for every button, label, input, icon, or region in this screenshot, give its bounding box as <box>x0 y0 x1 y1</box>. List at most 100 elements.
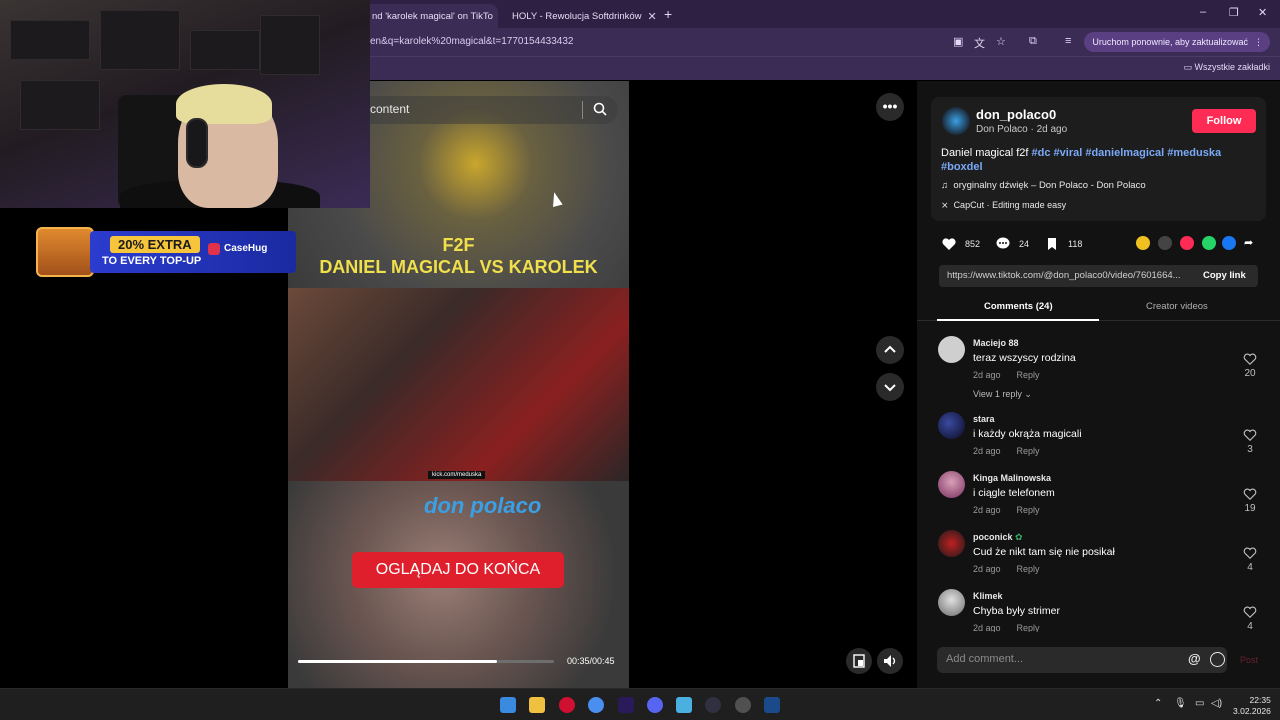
system-clock[interactable]: 22:35 3.02.2026 <box>1233 695 1271 717</box>
next-video-button[interactable] <box>876 373 904 401</box>
comment-time: 2d ago <box>973 370 1001 380</box>
speaker-icon[interactable]: ◁) <box>1211 698 1222 709</box>
extensions-icon[interactable]: ⧉ <box>1029 35 1037 48</box>
volume-button[interactable] <box>877 648 903 674</box>
reply-button[interactable]: Reply <box>1017 370 1040 380</box>
mention-icon[interactable]: @ <box>1188 651 1201 666</box>
comment-meta: 2d ago Reply <box>973 564 1040 574</box>
avatar[interactable] <box>938 589 965 616</box>
minimize-icon[interactable]: – <box>1200 6 1206 18</box>
hashtag-link[interactable]: #meduska <box>1167 147 1221 159</box>
comment-input[interactable]: Add comment... <box>946 653 1023 665</box>
video-link-box: https://www.tiktok.com/@don_polaco0/vide… <box>939 265 1258 287</box>
miniplayer-button[interactable] <box>846 648 872 674</box>
tab-title: nd 'karolek magical' on TikTo <box>372 10 493 22</box>
comment-input-bar[interactable]: Add comment... @ <box>937 647 1227 673</box>
casehug-ad-banner[interactable]: 20% EXTRA TO EVERY TOP-UP CaseHug <box>36 227 296 277</box>
hashtag-link[interactable]: #viral <box>1054 147 1083 159</box>
chrome-icon[interactable] <box>588 697 604 713</box>
opera-gx-icon[interactable] <box>559 697 575 713</box>
media-icon[interactable]: ≡ <box>1065 35 1071 47</box>
comment-username[interactable]: Maciejo 88 <box>973 338 1019 348</box>
microphone-icon[interactable]: 🎙︎ <box>1174 698 1187 709</box>
tab-holy[interactable]: HOLY - Rewolucja Softdrinków ✕ <box>504 4 656 28</box>
cast-icon[interactable]: ▣ <box>953 35 963 48</box>
copy-link-button[interactable]: Copy link <box>1203 270 1246 281</box>
avatar[interactable] <box>938 412 965 439</box>
active-tab-underline <box>937 319 1099 321</box>
comment-stat[interactable]: 24 <box>995 236 1029 252</box>
author-meta: Don Polaco · 2d ago <box>976 124 1068 135</box>
heart-outline-icon[interactable] <box>1243 487 1257 501</box>
heart-outline-icon[interactable] <box>1243 428 1257 442</box>
like-stat[interactable]: 852 <box>941 236 980 252</box>
notepad-icon[interactable] <box>676 697 692 713</box>
heart-outline-icon[interactable] <box>1243 352 1257 366</box>
video-frame-mid <box>288 288 629 481</box>
close-tab-icon[interactable]: ✕ <box>642 10 656 23</box>
reply-button[interactable]: Reply <box>1017 446 1040 456</box>
hashtag-link[interactable]: #danielmagical <box>1085 147 1164 159</box>
tab-creator-videos[interactable]: Creator videos <box>1146 301 1208 312</box>
translate-icon[interactable]: 文 <box>974 35 985 51</box>
reply-button[interactable]: Reply <box>1017 564 1040 574</box>
more-options-button[interactable]: ••• <box>876 93 904 121</box>
tray-chevron-up-icon[interactable]: ⌃ <box>1154 698 1162 709</box>
heart-outline-icon[interactable] <box>1243 546 1257 560</box>
heart-outline-icon[interactable] <box>1243 605 1257 619</box>
hashtag-link[interactable]: #boxdel <box>941 161 983 173</box>
search-input[interactable]: content <box>370 102 409 116</box>
restore-icon[interactable]: ❐ <box>1229 6 1239 19</box>
obs-icon[interactable] <box>705 697 721 713</box>
avatar[interactable] <box>938 530 965 557</box>
windows-start-icon[interactable] <box>500 697 516 713</box>
comment-username[interactable]: poconick ✿ <box>973 532 1023 543</box>
follow-button[interactable]: Follow <box>1192 109 1256 133</box>
send-icon[interactable] <box>1180 236 1194 250</box>
share-arrow-icon[interactable]: ➦ <box>1244 236 1258 250</box>
close-window-icon[interactable]: ✕ <box>1258 6 1267 19</box>
post-comment-button[interactable]: Post <box>1240 655 1258 665</box>
hashtag-link[interactable]: #dc <box>1032 147 1051 159</box>
avatar[interactable] <box>938 471 965 498</box>
emoji-icon[interactable] <box>1210 652 1225 667</box>
whatsapp-icon[interactable] <box>1202 236 1216 250</box>
file-explorer-icon[interactable] <box>529 697 545 713</box>
video-progress-bar[interactable] <box>298 660 554 663</box>
app-icon[interactable] <box>735 697 751 713</box>
discord-icon[interactable] <box>647 697 663 713</box>
tab-tiktok[interactable]: nd 'karolek magical' on TikTo ✕ <box>364 4 498 28</box>
save-stat[interactable]: 118 <box>1044 236 1082 252</box>
new-tab-icon[interactable]: + <box>664 6 672 22</box>
panel-tabs: Comments (24) Creator videos <box>917 296 1280 321</box>
reply-button[interactable]: Reply <box>1017 623 1040 632</box>
premiere-pro-icon[interactable] <box>618 697 634 713</box>
author-avatar[interactable] <box>942 107 970 135</box>
previous-video-button[interactable] <box>876 336 904 364</box>
embed-icon[interactable] <box>1158 236 1172 250</box>
capcut-label: CapCut · Editing made easy <box>953 200 1067 210</box>
author-username[interactable]: don_polaco0 <box>976 107 1056 122</box>
close-tab-icon[interactable]: ✕ <box>493 10 498 23</box>
update-button[interactable]: Uruchom ponownie, aby zaktualizować ⋮ <box>1084 32 1270 52</box>
coin-share-icon[interactable] <box>1136 236 1150 250</box>
reply-button[interactable]: Reply <box>1017 505 1040 515</box>
comment-username[interactable]: stara <box>973 414 995 424</box>
comment-username[interactable]: Kinga Malinowska <box>973 473 1051 483</box>
avatar[interactable] <box>938 336 965 363</box>
comment-username[interactable]: Klimek <box>973 591 1003 601</box>
comment-like-count: 19 <box>1244 503 1256 514</box>
comment-text: Chyba były strimer <box>973 605 1060 617</box>
url-field[interactable]: en&q=karolek%20magical&t=1770154433432 <box>370 36 574 47</box>
tab-comments[interactable]: Comments (24) <box>984 301 1053 312</box>
network-icon[interactable]: ▭ <box>1195 698 1204 709</box>
all-bookmarks[interactable]: ▭ Wszystkie zakładki <box>1183 62 1270 73</box>
steam-icon[interactable] <box>764 697 780 713</box>
bookmark-star-icon[interactable]: ☆ <box>996 35 1006 48</box>
search-icon[interactable] <box>592 101 608 117</box>
menu-dots-icon[interactable]: ⋮ <box>1254 32 1263 52</box>
capcut-link[interactable]: ⨯ CapCut · Editing made easy <box>941 200 1066 211</box>
music-link[interactable]: ♫ oryginalny dźwięk – Don Polaco - Don P… <box>941 180 1146 191</box>
view-replies-button[interactable]: View 1 reply ⌄ <box>973 389 1032 400</box>
facebook-icon[interactable] <box>1222 236 1236 250</box>
